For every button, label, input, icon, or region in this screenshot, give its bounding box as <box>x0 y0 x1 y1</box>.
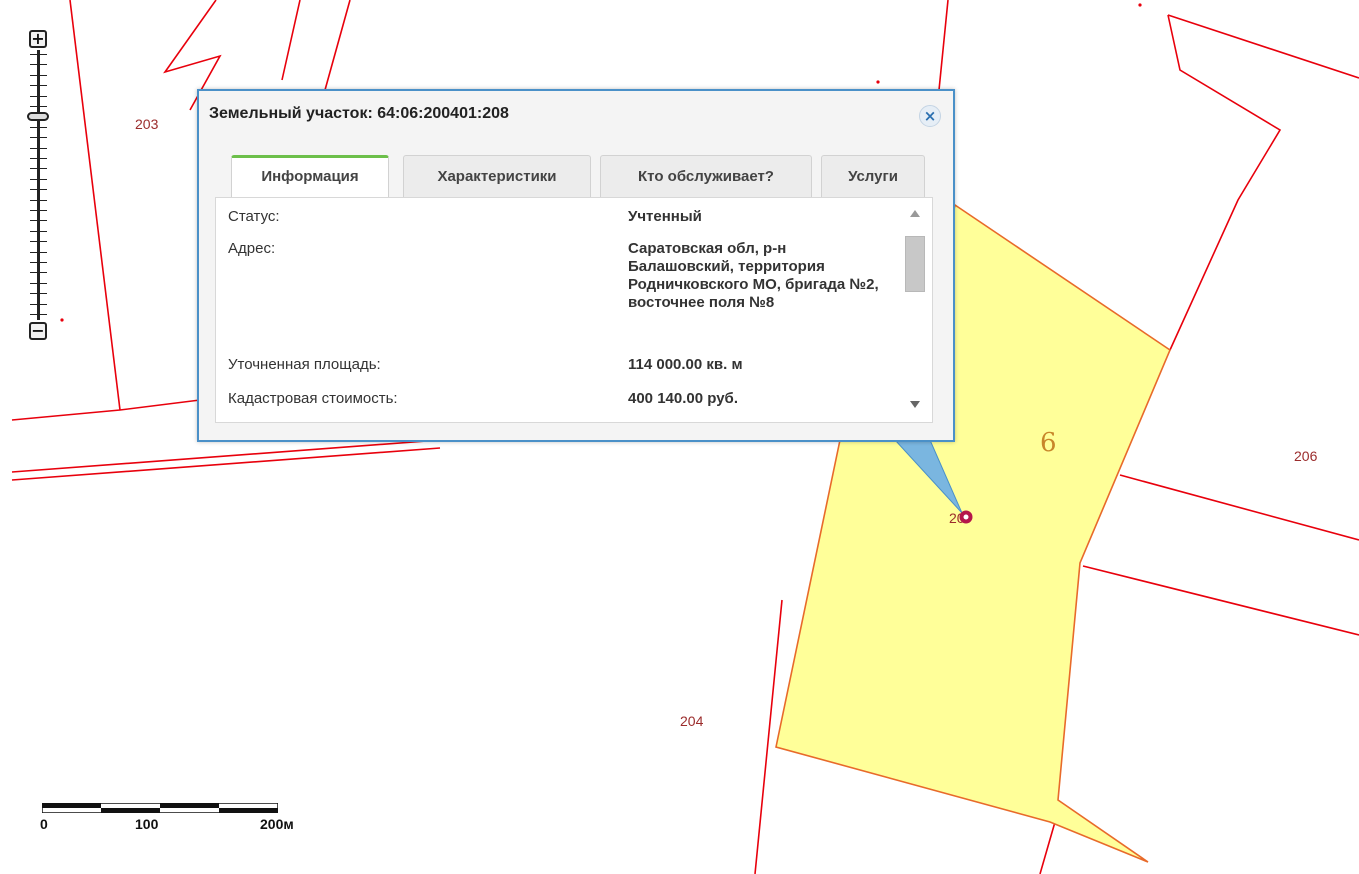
zoom-tick <box>30 282 47 284</box>
zoom-tick <box>30 64 47 66</box>
parcel-boundary <box>937 0 949 101</box>
scale-label-100: 100 <box>135 816 159 832</box>
parcel-boundary <box>1039 821 1056 874</box>
zoom-in-button[interactable]: + <box>29 30 47 48</box>
zoom-tick <box>30 199 47 201</box>
zoom-tick <box>30 147 47 149</box>
tab-information[interactable]: Информация <box>231 155 389 197</box>
parcel-boundary <box>69 0 121 411</box>
scroll-up-icon[interactable] <box>910 210 920 217</box>
zoom-tick <box>30 106 47 107</box>
map-dot <box>60 318 64 322</box>
parcel-boundary <box>1119 474 1359 541</box>
close-icon: × <box>923 107 937 125</box>
zoom-control: + − <box>26 30 54 350</box>
zoom-tick <box>30 137 47 139</box>
popup-title: Земельный участок: 64:06:200401:208 <box>209 105 509 122</box>
info-panel[interactable]: Статус: Учтенный Адрес: Саратовская обл,… <box>215 197 933 423</box>
location-marker[interactable] <box>959 510 973 524</box>
zoom-tick <box>30 158 47 159</box>
scale-label-200: 200м <box>260 816 294 832</box>
parcel-info-popup: Земельный участок: 64:06:200401:208 × Ин… <box>197 89 955 442</box>
plot-label-206: 206 <box>1294 448 1318 464</box>
zoom-tick <box>30 168 47 170</box>
panel-scrollbar[interactable] <box>904 204 926 416</box>
plot-label-203: 203 <box>135 116 159 132</box>
zoom-out-button[interactable]: − <box>29 322 47 340</box>
info-label: Уточненная площадь: <box>228 356 381 373</box>
tab-characteristics[interactable]: Характеристики <box>403 155 591 197</box>
zoom-tick <box>30 95 47 97</box>
scale-label-0: 0 <box>40 816 48 832</box>
info-value: 400 140.00 руб. <box>628 390 738 407</box>
scroll-thumb[interactable] <box>905 236 925 292</box>
map-dot <box>1138 3 1142 7</box>
zoom-tick <box>30 272 47 274</box>
plus-icon: + <box>31 29 45 48</box>
parcel-boundary <box>324 0 351 91</box>
road-boundary <box>11 447 441 481</box>
zoom-tick <box>30 230 47 232</box>
zoom-tick <box>30 251 47 253</box>
zoom-tick <box>30 54 47 55</box>
parcel-boundary <box>1167 14 1282 351</box>
plot-label-6: 6 <box>1040 428 1057 458</box>
scale-bar-graphic <box>42 803 278 813</box>
info-value: Саратовская обл, р-н Балашовский, террит… <box>628 240 879 311</box>
zoom-tick <box>30 241 47 243</box>
info-label: Статус: <box>228 208 280 225</box>
close-button[interactable]: × <box>919 105 941 127</box>
zoom-tick <box>30 126 47 128</box>
minus-icon: − <box>31 321 45 340</box>
zoom-track[interactable] <box>37 50 40 320</box>
plot-label-204: 204 <box>680 713 704 729</box>
info-value: Учтенный <box>628 208 702 225</box>
zoom-tick <box>30 189 47 191</box>
road-boundary <box>11 399 201 421</box>
info-label: Кадастровая стоимость: <box>228 390 398 407</box>
zoom-tick <box>30 210 47 211</box>
info-label: Адрес: <box>228 240 276 257</box>
tab-who-serves[interactable]: Кто обслуживает? <box>600 155 812 197</box>
parcel-boundary <box>1082 565 1359 636</box>
map-dot <box>876 80 880 84</box>
tab-services[interactable]: Услуги <box>821 155 925 197</box>
info-value: 114 000.00 кв. м <box>628 356 743 373</box>
zoom-tick <box>30 178 47 180</box>
scale-bar: 0 100 200м <box>40 803 294 843</box>
zoom-tick <box>30 314 47 315</box>
scroll-down-icon[interactable] <box>910 401 920 408</box>
road-boundary <box>11 439 441 473</box>
zoom-tick <box>30 262 47 263</box>
parcel-boundary <box>1167 14 1359 79</box>
parcel-boundary <box>281 0 301 81</box>
zoom-slider-handle[interactable] <box>27 112 49 121</box>
zoom-tick <box>30 85 47 87</box>
zoom-tick <box>30 303 47 305</box>
zoom-tick <box>30 220 47 222</box>
zoom-tick <box>30 293 47 295</box>
zoom-tick <box>30 74 47 76</box>
